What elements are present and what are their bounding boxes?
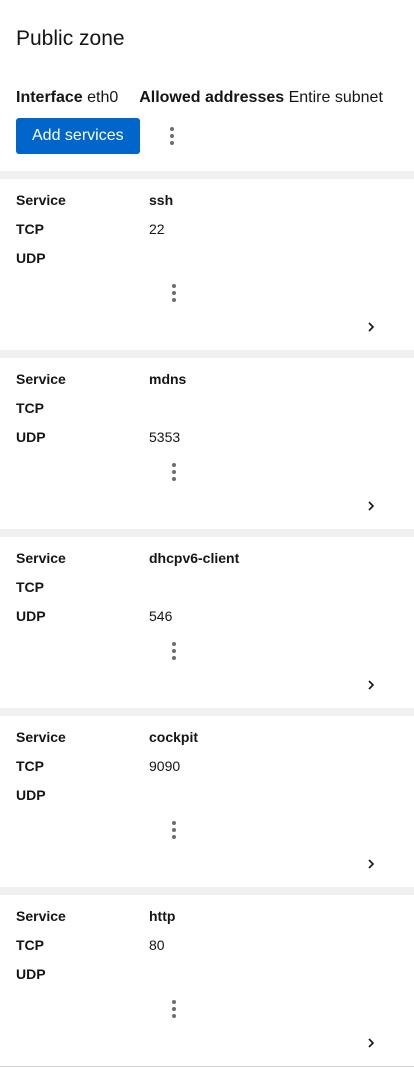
udp-row: UDP 5353 bbox=[16, 428, 180, 446]
udp-row: UDP bbox=[16, 249, 149, 267]
service-row: Service http bbox=[16, 907, 175, 925]
interface-label: Interface bbox=[16, 89, 83, 106]
kebab-icon[interactable] bbox=[160, 456, 188, 488]
udp-row: UDP 546 bbox=[16, 607, 172, 625]
tcp-ports: 22 bbox=[149, 221, 165, 237]
service-label: Service bbox=[16, 908, 66, 924]
service-name: mdns bbox=[149, 371, 187, 387]
chevron-right-icon[interactable] bbox=[366, 680, 376, 690]
service-card-dhcpv6-client: Service dhcpv6-client TCP UDP 546 bbox=[0, 529, 414, 708]
service-label: Service bbox=[16, 729, 66, 745]
zone-title: Public zone bbox=[16, 27, 125, 50]
udp-ports: 5353 bbox=[149, 429, 181, 445]
service-name: dhcpv6-client bbox=[149, 550, 240, 566]
udp-label: UDP bbox=[16, 608, 46, 624]
service-card-mdns: Service mdns TCP UDP 5353 bbox=[0, 350, 414, 529]
tcp-row: TCP bbox=[16, 399, 149, 417]
tcp-row: TCP bbox=[16, 578, 149, 596]
chevron-right-icon[interactable] bbox=[366, 501, 376, 511]
udp-row: UDP bbox=[16, 786, 149, 804]
chevron-right-icon[interactable] bbox=[366, 322, 376, 332]
service-name: cockpit bbox=[149, 729, 199, 745]
zone-meta: Interface eth0 Allowed addresses Entire … bbox=[16, 88, 383, 108]
udp-label: UDP bbox=[16, 787, 46, 803]
udp-label: UDP bbox=[16, 429, 46, 445]
tcp-label: TCP bbox=[16, 937, 44, 953]
zone-toolbar: Add services bbox=[16, 118, 186, 154]
chevron-right-icon[interactable] bbox=[366, 1038, 376, 1048]
add-services-button[interactable]: Add services bbox=[16, 118, 140, 154]
allowed-addresses-label: Allowed addresses bbox=[139, 89, 285, 106]
service-list: Service ssh TCP 22 UDP Service mdns TCP UDP… bbox=[0, 171, 414, 1067]
service-label: Service bbox=[16, 192, 66, 208]
service-card-ssh: Service ssh TCP 22 UDP bbox=[0, 171, 414, 350]
service-name: http bbox=[149, 908, 176, 924]
kebab-icon[interactable] bbox=[160, 635, 188, 667]
interface-value: eth0 bbox=[87, 89, 119, 106]
service-label: Service bbox=[16, 371, 66, 387]
udp-label: UDP bbox=[16, 966, 46, 982]
service-card-cockpit: Service cockpit TCP 9090 UDP bbox=[0, 708, 414, 887]
chevron-right-icon[interactable] bbox=[366, 859, 376, 869]
service-row: Service cockpit bbox=[16, 728, 198, 746]
tcp-label: TCP bbox=[16, 758, 44, 774]
tcp-row: TCP 22 bbox=[16, 220, 165, 238]
tcp-row: TCP 9090 bbox=[16, 757, 180, 775]
kebab-icon[interactable] bbox=[160, 814, 188, 846]
udp-label: UDP bbox=[16, 250, 46, 266]
service-row: Service mdns bbox=[16, 370, 186, 388]
kebab-icon[interactable] bbox=[158, 120, 186, 152]
tcp-ports: 9090 bbox=[149, 758, 181, 774]
udp-row: UDP bbox=[16, 965, 149, 983]
service-row: Service ssh bbox=[16, 191, 173, 209]
tcp-ports: 80 bbox=[149, 937, 165, 953]
udp-ports: 546 bbox=[149, 608, 173, 624]
service-name: ssh bbox=[149, 192, 174, 208]
tcp-label: TCP bbox=[16, 400, 44, 416]
tcp-row: TCP 80 bbox=[16, 936, 165, 954]
service-row: Service dhcpv6-client bbox=[16, 549, 239, 567]
kebab-icon[interactable] bbox=[160, 993, 188, 1025]
tcp-label: TCP bbox=[16, 579, 44, 595]
service-label: Service bbox=[16, 550, 66, 566]
kebab-icon[interactable] bbox=[160, 277, 188, 309]
tcp-label: TCP bbox=[16, 221, 44, 237]
allowed-addresses-value: Entire subnet bbox=[288, 89, 383, 106]
service-card-http: Service http TCP 80 UDP bbox=[0, 887, 414, 1067]
